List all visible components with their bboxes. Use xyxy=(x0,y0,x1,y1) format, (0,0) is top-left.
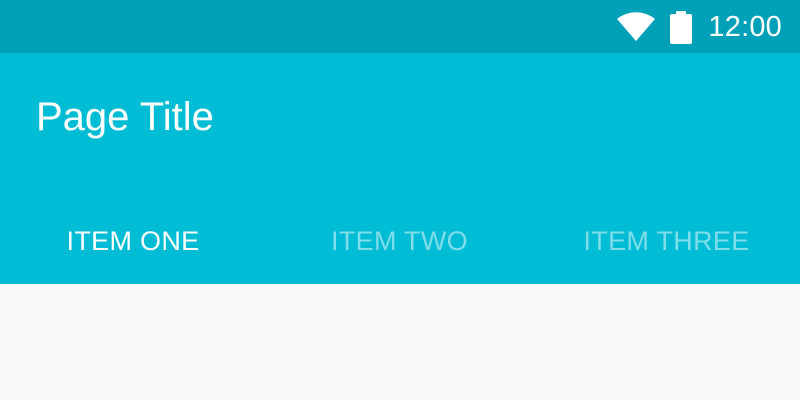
status-time: 12:00 xyxy=(708,11,782,43)
status-bar: 12:00 xyxy=(0,0,800,53)
battery-icon xyxy=(670,10,693,44)
tab-content-area xyxy=(0,284,800,400)
tab-item-one-label: ITEM ONE xyxy=(66,226,200,256)
tab-item-three-label: ITEM THREE xyxy=(583,226,750,256)
status-icons: 12:00 xyxy=(616,9,782,45)
wifi-icon xyxy=(617,12,656,41)
page-title: Page Title xyxy=(36,95,214,139)
tab-item-three[interactable]: ITEM THREE xyxy=(533,201,800,284)
tab-item-two[interactable]: ITEM TWO xyxy=(266,201,533,284)
app-screen: 12:00 Page Title ITEM ONE ITEM TWO ITEM … xyxy=(0,0,800,400)
tab-bar: ITEM ONE ITEM TWO ITEM THREE xyxy=(0,201,800,288)
tab-item-two-label: ITEM TWO xyxy=(331,226,468,256)
app-bar: Page Title ITEM ONE ITEM TWO ITEM THREE xyxy=(0,53,800,288)
tab-item-one[interactable]: ITEM ONE xyxy=(0,201,266,288)
